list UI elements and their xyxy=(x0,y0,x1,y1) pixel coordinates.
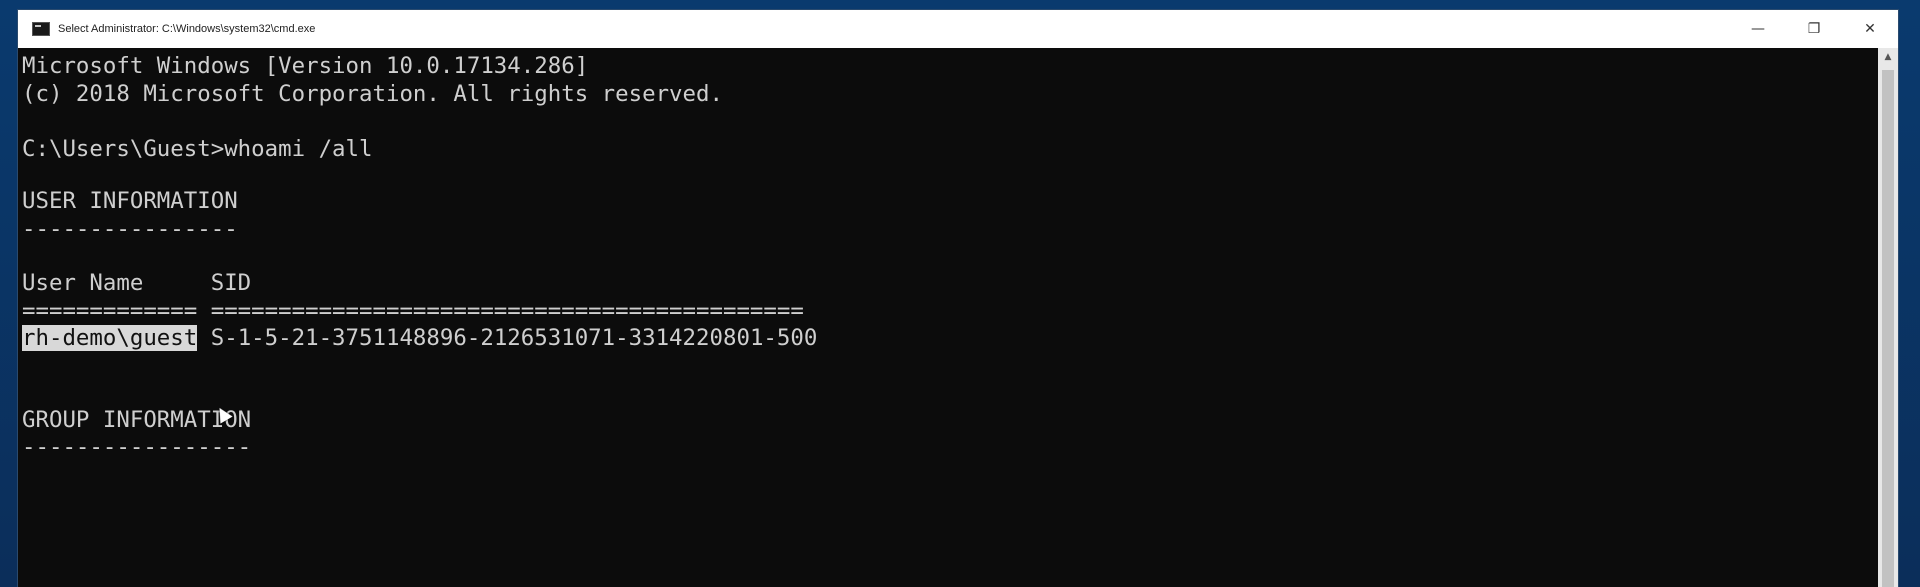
console-line-copyright: (c) 2018 Microsoft Corporation. All righ… xyxy=(22,81,723,107)
console-line-prompt: C:\Users\Guest>whoami /all xyxy=(22,136,373,162)
window-title: Select Administrator: C:\Windows\system3… xyxy=(58,23,316,35)
console-app-icon xyxy=(32,22,50,36)
console-line-user-table-rule: ============= ==========================… xyxy=(22,298,804,324)
console-output[interactable]: Microsoft Windows [Version 10.0.17134.28… xyxy=(18,48,1878,587)
maximize-button[interactable]: ❐ xyxy=(1786,10,1842,48)
scroll-up-arrow-icon[interactable]: ▲ xyxy=(1878,48,1898,66)
console-line-version: Microsoft Windows [Version 10.0.17134.28… xyxy=(22,53,589,79)
cmd-window[interactable]: Select Administrator: C:\Windows\system3… xyxy=(18,10,1898,587)
minimize-button[interactable]: — xyxy=(1730,10,1786,48)
selected-username[interactable]: rh-demo\guest xyxy=(22,325,198,351)
console-line-user-info-underline: ---------------- xyxy=(22,216,238,242)
close-button[interactable]: ✕ xyxy=(1842,10,1898,48)
window-controls: — ❐ ✕ xyxy=(1730,10,1898,48)
console-line-group-info-underline: ----------------- xyxy=(22,434,252,460)
title-bar[interactable]: Select Administrator: C:\Windows\system3… xyxy=(18,10,1898,48)
console-line-user-row: rh-demo\guest S-1-5-21-3751148896-212653… xyxy=(22,324,817,352)
scrollbar-thumb[interactable] xyxy=(1882,70,1894,587)
console-line-user-table-header: User Name SID xyxy=(22,270,252,296)
console-line-user-info-heading: USER INFORMATION xyxy=(22,188,238,214)
desktop: Select Administrator: C:\Windows\system3… xyxy=(0,0,1920,587)
vertical-scrollbar[interactable]: ▲ xyxy=(1878,48,1898,587)
user-sid: S-1-5-21-3751148896-2126531071-331422080… xyxy=(197,325,818,351)
